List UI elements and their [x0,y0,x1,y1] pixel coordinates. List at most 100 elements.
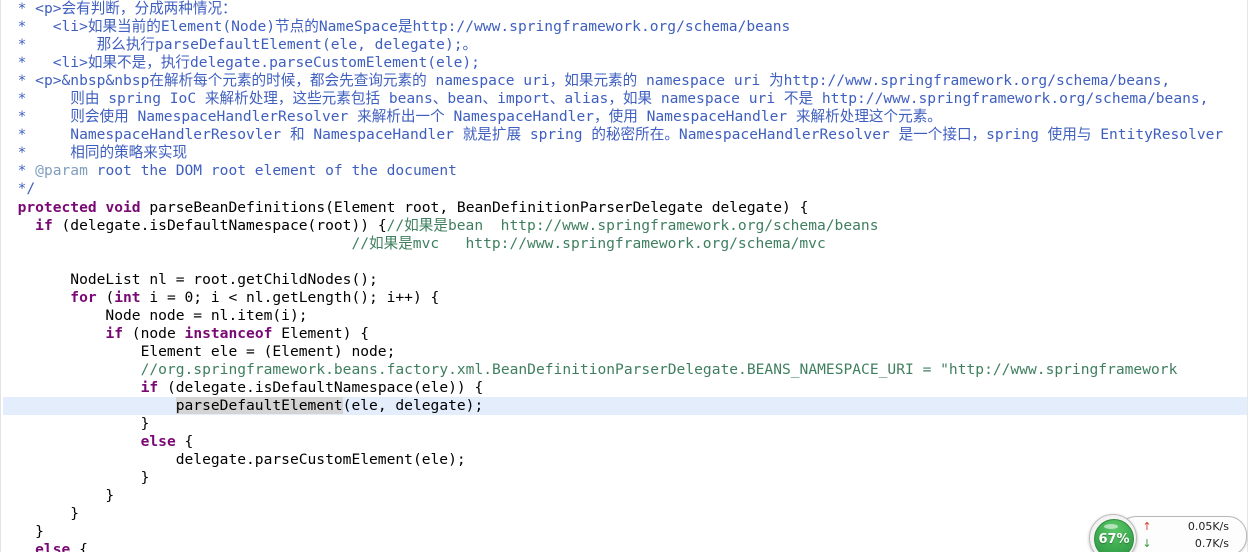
code-token-kw: if [140,378,159,396]
code-line-content: protected void parseBeanDefinitions(Elem… [0,199,1248,217]
code-line-content: } [0,523,1248,541]
code-line-content: * <li>如果不是，执行delegate.parseCustomElement… [0,54,1248,72]
gauge-percent-label: 67% [1098,531,1130,547]
code-token-doc: * 那么执行parseDefaultElement(ele, delegate)… [0,36,478,54]
code-line-content: else { [0,541,1248,552]
code-line-content: if (delegate.isDefaultNamespace(root)) {… [0,217,1248,235]
code-token-kw: int [114,288,141,306]
code-line[interactable]: if (delegate.isDefaultNamespace(root)) {… [0,217,1248,235]
upload-rate-row: ↑ 0.05K/s [1141,518,1241,535]
code-line-content: delegate.parseCustomElement(ele); [0,451,1248,469]
code-line-content: } [0,487,1248,505]
gauge-dial: 67% [1094,519,1134,552]
code-line[interactable]: * 则会使用 NamespaceHandlerResolver 来解析出一个 N… [0,108,1248,126]
code-token-doc: * NamespaceHandlerResovler 和 NamespaceHa… [0,126,1224,144]
code-line[interactable]: * @param root the DOM root element of th… [0,162,1248,180]
code-token-kw: else [0,541,71,552]
code-line-content: */ [0,180,1248,198]
code-line[interactable]: if (node instanceof Element) { [0,325,1248,343]
code-line[interactable]: */ [0,180,1248,198]
code-line[interactable]: //如果是mvc http://www.springframework.org/… [0,235,1248,253]
code-line[interactable]: * <p>会有判断，分成两种情况： [0,0,1248,18]
code-editor-viewport[interactable]: * <p>会有判断，分成两种情况： * <li>如果当前的Element(Nod… [0,0,1248,552]
code-line-content: for (int i = 0; i < nl.getLength(); i++)… [0,289,1248,307]
code-line-content: } [0,505,1248,523]
network-speed-widget[interactable]: 67% ↑ 0.05K/s ↓ 0.7K/s [1089,514,1247,552]
code-token-doc: * 则会使用 NamespaceHandlerResolver 来解析出一个 N… [0,108,942,126]
code-line-content: Node node = nl.item(i); [0,307,1248,325]
code-token-cmt: //org.springframework.beans.factory.xml.… [140,360,1178,378]
code-line[interactable]: else { [0,433,1248,451]
code-line[interactable]: Element ele = (Element) node; [0,343,1248,361]
code-token-plain: parseBeanDefinitions(Element root, BeanD… [140,198,809,216]
code-line[interactable]: delegate.parseCustomElement(ele); [0,451,1248,469]
up-arrow-icon: ↑ [1142,520,1152,533]
code-lines-container[interactable]: * <p>会有判断，分成两种情况： * <li>如果当前的Element(Nod… [0,0,1248,552]
code-line-content: * 那么执行parseDefaultElement(ele, delegate)… [0,36,1248,54]
code-token-plain: } [0,523,44,541]
code-token-plain: { [70,541,88,552]
code-token-kw: for [70,288,97,306]
code-line[interactable]: for (int i = 0; i < nl.getLength(); i++)… [0,289,1248,307]
code-token-doc: * [0,162,36,180]
code-line[interactable]: } [0,487,1248,505]
code-line[interactable]: protected void parseBeanDefinitions(Elem… [0,199,1248,217]
code-line[interactable]: } [0,415,1248,433]
code-line-content: } [0,469,1248,487]
code-line-content: * <li>如果当前的Element(Node)节点的NameSpace是htt… [0,18,1248,36]
code-line[interactable]: parseDefaultElement(ele, delegate); [0,397,1248,416]
code-token-plain: i = 0; i < nl.getLength(); i++) { [140,288,440,306]
code-line[interactable]: } [0,505,1248,523]
code-line-content: * <p>会有判断，分成两种情况： [0,0,1248,18]
code-token-plain: (node [123,324,185,342]
code-line-content: if (delegate.isDefaultNamespace(ele)) { [0,379,1248,397]
upload-rate-value: 0.05K/s [1187,520,1229,533]
code-token-kw: protected [17,198,97,216]
code-token-kw: instanceof [184,324,273,342]
code-token-kw: if [35,216,53,234]
code-line[interactable]: NodeList nl = root.getChildNodes(); [0,271,1248,289]
code-token-plain: ( [96,288,115,306]
code-line-content: Element ele = (Element) node; [0,343,1248,361]
code-line-content: * NamespaceHandlerResovler 和 NamespaceHa… [0,126,1248,144]
code-token-plain: (delegate.isDefaultNamespace(root)) { [52,216,387,234]
code-line[interactable]: } [0,523,1248,541]
code-line[interactable]: else { [0,541,1248,552]
code-line[interactable]: * 那么执行parseDefaultElement(ele, delegate)… [0,36,1248,54]
code-line[interactable]: * 则由 spring IoC 来解析处理，这些元素包括 beans、bean、… [0,90,1248,108]
code-line[interactable]: Node node = nl.item(i); [0,307,1248,325]
code-token-doc: * [0,18,53,36]
down-arrow-icon: ↓ [1142,537,1152,550]
code-line[interactable]: * <p>&nbsp&nbsp在解析每个元素的时候，都会先查询元素的 names… [0,72,1248,90]
code-token-plain: delegate.parseCustomElement(ele); [0,451,466,469]
code-token-plain: } [0,469,150,487]
code-line-content: parseDefaultElement(ele, delegate); [0,397,1248,415]
code-token-doc: root the DOM root element of the documen… [87,162,457,180]
code-line[interactable]: } [0,469,1248,487]
code-line[interactable]: //org.springframework.beans.factory.xml.… [0,361,1248,379]
code-token-doc: <li>如果当前的Element(Node)节点的NameSpace是http:… [52,18,791,36]
code-line-content: //org.springframework.beans.factory.xml.… [0,361,1248,379]
code-token-plain: (ele, delegate); [342,397,484,415]
code-token-plain: (delegate.isDefaultNamespace(ele)) { [158,378,484,396]
code-token-doctag: @param [35,162,88,180]
code-line-content: //如果是mvc http://www.springframework.org/… [0,235,1248,253]
code-token-plain: } [0,505,80,523]
code-line-content: * 则由 spring IoC 来解析处理，这些元素包括 beans、bean、… [0,90,1248,108]
code-line[interactable]: * <li>如果当前的Element(Node)节点的NameSpace是htt… [0,18,1248,36]
code-line[interactable] [0,253,1248,271]
download-rate-row: ↓ 0.7K/s [1141,535,1241,552]
code-line[interactable]: * <li>如果不是，执行delegate.parseCustomElement… [0,54,1248,72]
code-token-cmt: //如果是mvc http://www.springframework.org/… [351,234,826,252]
code-line[interactable]: if (delegate.isDefaultNamespace(ele)) { [0,379,1248,397]
code-token-plain: } [0,415,150,433]
code-line-content: * 相同的策略来实现 [0,144,1248,162]
code-line[interactable]: * 相同的策略来实现 [0,144,1248,162]
occurrence-highlight-token: parseDefaultElement [175,397,343,415]
code-line[interactable]: * NamespaceHandlerResovler 和 NamespaceHa… [0,126,1248,144]
